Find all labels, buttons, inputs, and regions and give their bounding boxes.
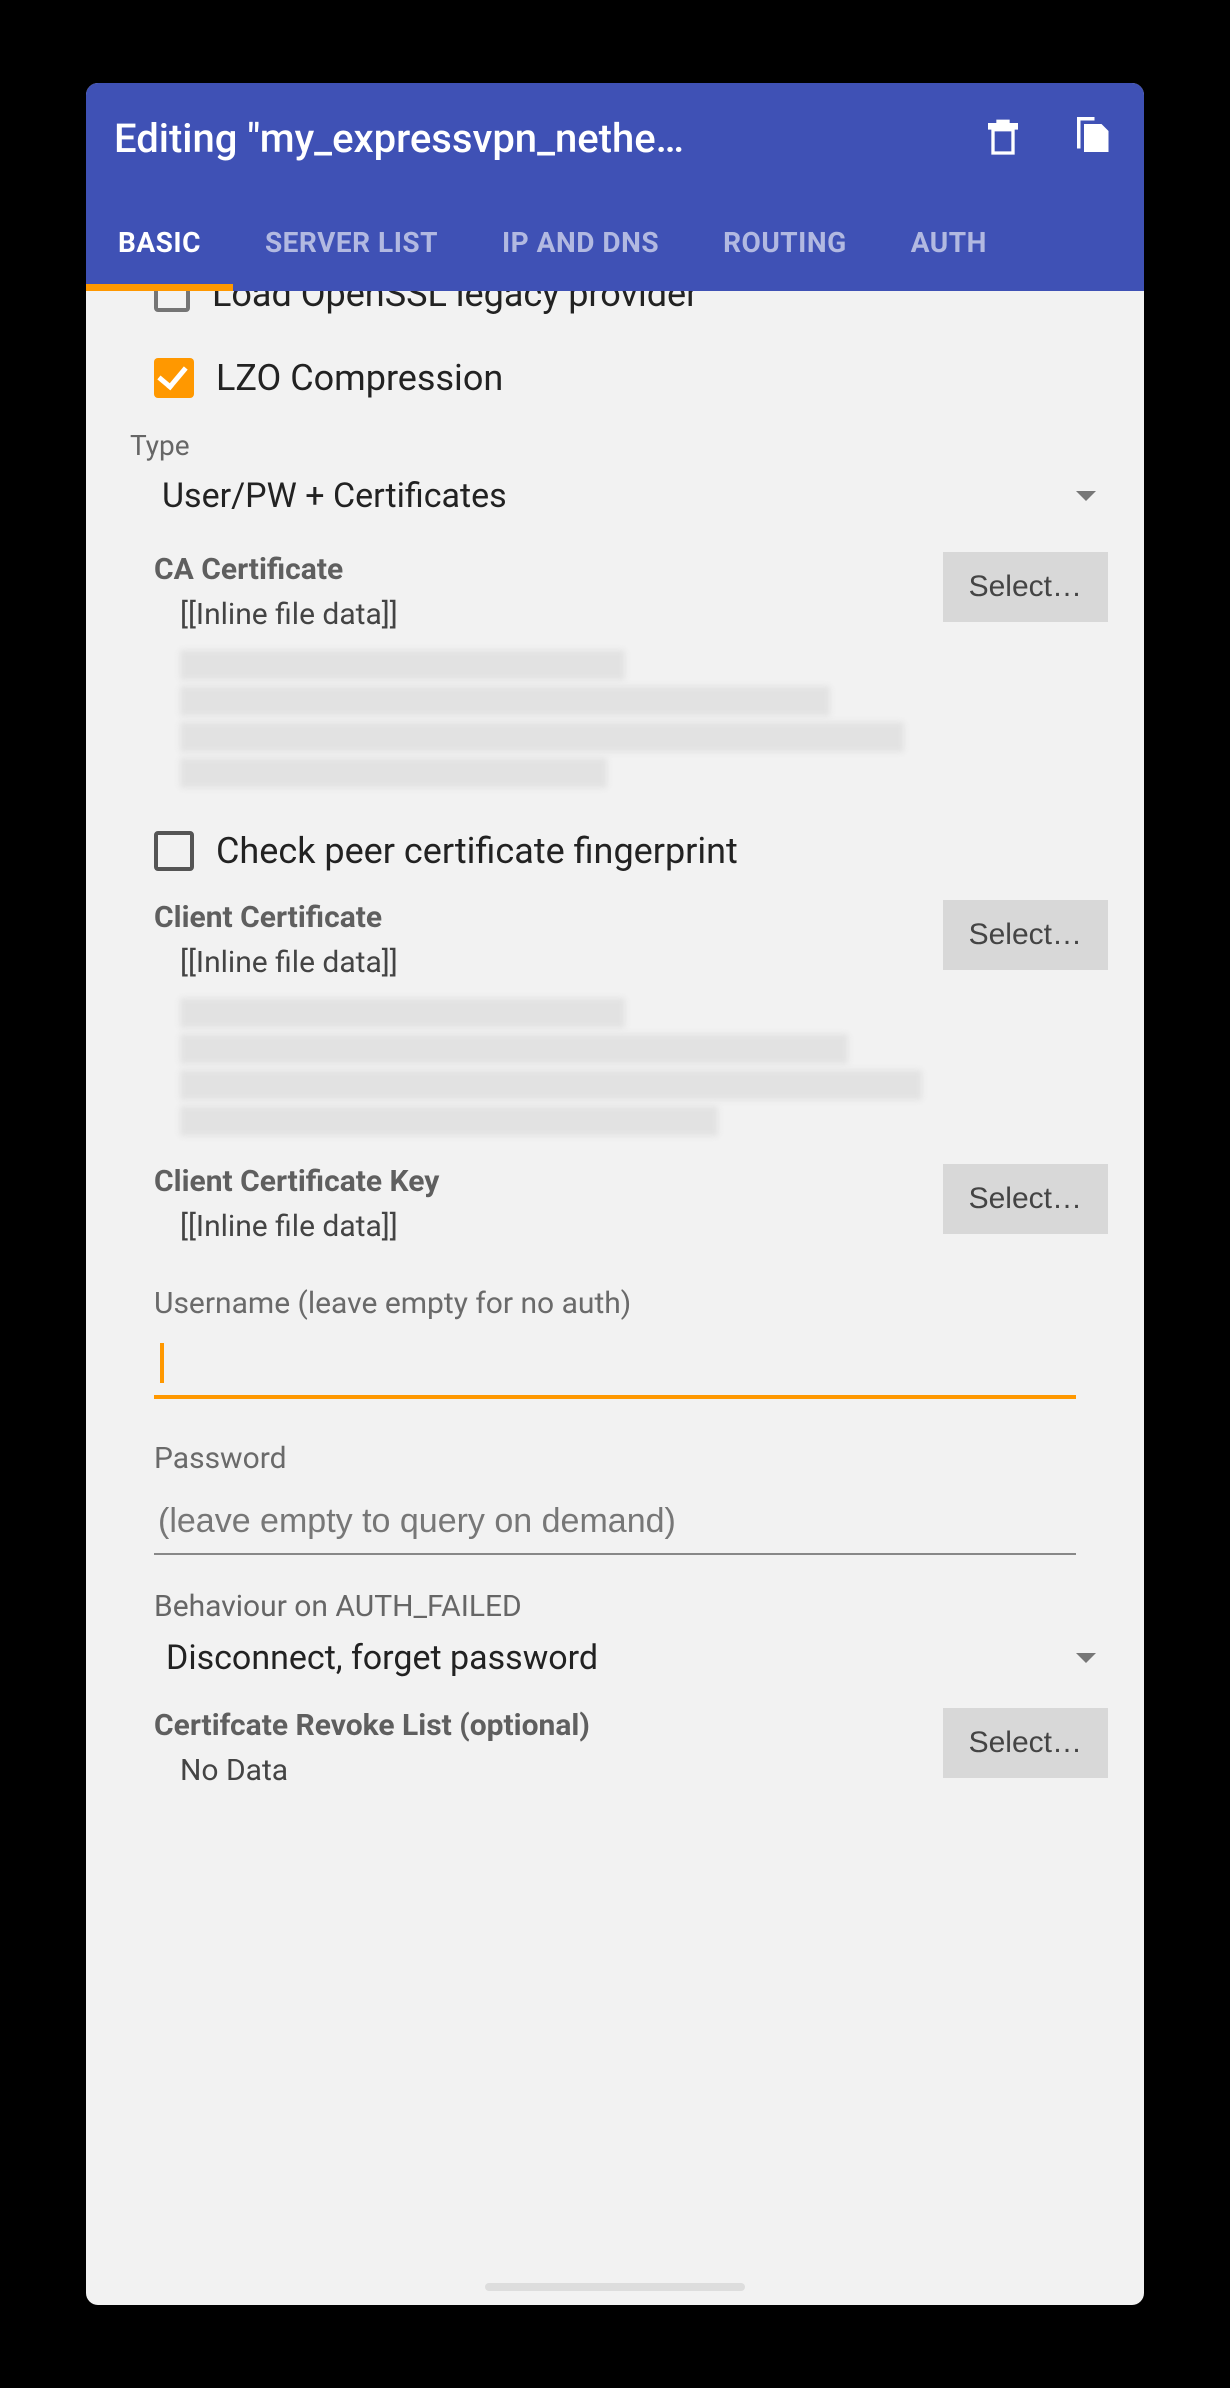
auth-failed-label: Behaviour on AUTH_FAILED <box>154 1589 1120 1624</box>
truncated-option-label: Load OpenSSL legacy provider <box>212 291 698 315</box>
truncated-option-row[interactable]: Load OpenSSL legacy provider <box>154 291 1120 323</box>
client-key-select-button[interactable]: Select… <box>943 1164 1108 1234</box>
client-certificate-title: Client Certificate <box>154 900 398 935</box>
auth-failed-field: Behaviour on AUTH_FAILED Disconnect, for… <box>110 1589 1120 1686</box>
client-key-title: Client Certificate Key <box>154 1164 439 1199</box>
tab-server-list[interactable]: SERVER LIST <box>233 193 470 291</box>
checkbox-icon[interactable] <box>154 291 190 312</box>
ca-certificate-data-redacted <box>180 650 1108 788</box>
lzo-compression-label: LZO Compression <box>216 357 503 399</box>
client-key-value: [[Inline file data]] <box>180 1209 439 1244</box>
ca-certificate-block: CA Certificate [[Inline file data]] Sele… <box>110 552 1120 788</box>
app-bar: Editing "my_expressvpn_nethe… BASIC SERV… <box>86 83 1144 291</box>
checkbox-checked-icon[interactable] <box>154 358 194 398</box>
type-field: Type User/PW + Certificates <box>110 429 1120 524</box>
text-cursor-icon <box>160 1343 164 1383</box>
page-title: Editing "my_expressvpn_nethe… <box>114 115 940 162</box>
home-indicator-icon[interactable] <box>485 2283 745 2291</box>
client-certificate-value: [[Inline file data]] <box>180 945 398 980</box>
type-dropdown[interactable]: User/PW + Certificates <box>130 468 1120 524</box>
type-label: Type <box>130 429 1120 462</box>
client-certificate-data-redacted <box>180 998 1108 1136</box>
checkbox-unchecked-icon[interactable] <box>154 831 194 871</box>
username-label: Username (leave empty for no auth) <box>154 1286 1076 1321</box>
delete-icon[interactable] <box>978 113 1028 163</box>
chevron-down-icon <box>1076 491 1096 501</box>
crl-block: Certifcate Revoke List (optional) No Dat… <box>110 1708 1120 1788</box>
tab-auth[interactable]: AUTH <box>879 193 1019 291</box>
auth-failed-dropdown[interactable]: Disconnect, forget password <box>154 1630 1120 1686</box>
copy-icon[interactable] <box>1066 113 1116 163</box>
client-certificate-block: Client Certificate [[Inline file data]] … <box>110 900 1120 1136</box>
tab-basic[interactable]: BASIC <box>86 193 233 291</box>
password-input[interactable] <box>154 1492 1076 1555</box>
ca-certificate-title: CA Certificate <box>154 552 398 587</box>
tab-ip-dns[interactable]: IP AND DNS <box>470 193 691 291</box>
crl-title: Certifcate Revoke List (optional) <box>154 1708 590 1743</box>
password-label: Password <box>154 1441 1076 1476</box>
chevron-down-icon <box>1076 1653 1096 1663</box>
client-cert-select-button[interactable]: Select… <box>943 900 1108 970</box>
type-value: User/PW + Certificates <box>162 476 507 516</box>
client-key-block: Client Certificate Key [[Inline file dat… <box>110 1164 1120 1244</box>
username-input[interactable] <box>154 1337 1076 1399</box>
username-field-block: Username (leave empty for no auth) <box>110 1286 1120 1399</box>
tab-routing[interactable]: ROUTING <box>691 193 879 291</box>
lzo-compression-row[interactable]: LZO Compression <box>154 357 1120 399</box>
ca-select-button[interactable]: Select… <box>943 552 1108 622</box>
content-area[interactable]: Load OpenSSL legacy provider LZO Compres… <box>86 291 1144 2305</box>
peer-fingerprint-row[interactable]: Check peer certificate fingerprint <box>154 830 1120 872</box>
password-field-block: Password <box>110 1441 1120 1555</box>
tab-bar: BASIC SERVER LIST IP AND DNS ROUTING AUT… <box>86 193 1144 291</box>
peer-fingerprint-label: Check peer certificate fingerprint <box>216 830 738 872</box>
app-screen: Editing "my_expressvpn_nethe… BASIC SERV… <box>86 83 1144 2305</box>
auth-failed-value: Disconnect, forget password <box>166 1638 598 1678</box>
ca-certificate-value: [[Inline file data]] <box>180 597 398 632</box>
crl-select-button[interactable]: Select… <box>943 1708 1108 1778</box>
crl-value: No Data <box>180 1753 590 1788</box>
